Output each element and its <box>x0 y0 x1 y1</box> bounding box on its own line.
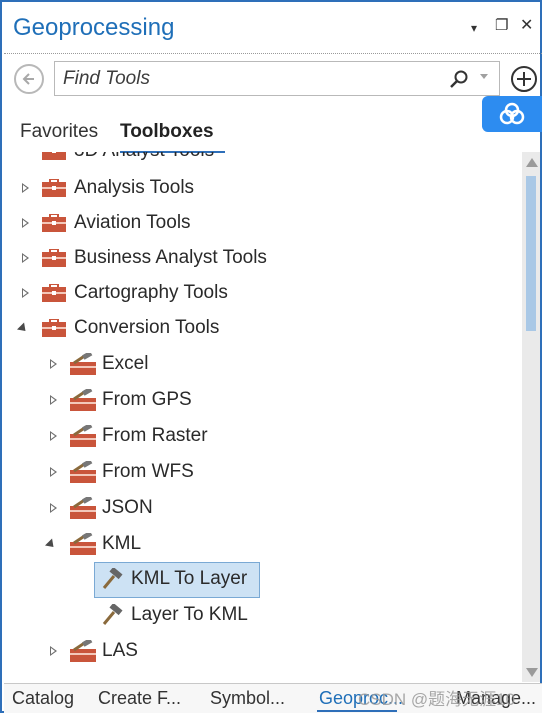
close-icon[interactable]: ✕ <box>520 18 533 34</box>
toolset-icon <box>70 425 96 447</box>
tree-row-aviation-tools[interactable]: Aviation Tools <box>4 206 522 240</box>
tree-row-kml[interactable]: KML <box>4 527 522 561</box>
pane-title: Geoprocessing <box>13 14 175 41</box>
dock-tab-create-features[interactable]: Create F... <box>98 688 181 709</box>
tree-row-label: KML <box>102 533 142 554</box>
tree-row-cartography-tools[interactable]: Cartography Tools <box>4 276 522 310</box>
expand-chevron-icon[interactable] <box>50 431 57 441</box>
tree-row-label: Aviation Tools <box>74 212 191 233</box>
pane-options-dropdown-icon[interactable]: ▾ <box>471 20 477 36</box>
toolbox-tree: 3D Analyst Tools Analysis Tools Aviation… <box>4 152 522 680</box>
cloud-icon <box>499 102 525 125</box>
expand-chevron-icon[interactable] <box>22 253 29 263</box>
collapse-chevron-icon[interactable] <box>16 322 30 335</box>
dock-tab-symbology[interactable]: Symbol... <box>210 688 285 709</box>
restore-icon[interactable]: ❐ <box>495 18 508 34</box>
tree-row-analysis-tools[interactable]: Analysis Tools <box>4 171 522 205</box>
toolset-icon <box>70 389 96 411</box>
expand-chevron-icon[interactable] <box>22 183 29 193</box>
tree-row-json[interactable]: JSON <box>4 491 522 525</box>
watermark-text: CSDN @题海无涯10 <box>358 690 516 709</box>
tree-row-label: Excel <box>102 353 149 374</box>
tree-row-conversion-tools[interactable]: Conversion Tools <box>4 311 522 345</box>
expand-chevron-icon[interactable] <box>22 288 29 298</box>
back-button[interactable] <box>14 64 44 94</box>
expand-chevron-icon[interactable] <box>50 467 57 477</box>
toolbox-icon <box>42 152 66 160</box>
search-options-chevron-icon[interactable] <box>480 74 488 79</box>
tree-row-las[interactable]: LAS <box>4 634 522 668</box>
tab-toolboxes[interactable]: Toolboxes <box>120 121 214 143</box>
tree-row-excel[interactable]: Excel <box>4 347 522 381</box>
toolbox-icon <box>42 249 66 267</box>
expand-chevron-icon[interactable] <box>50 395 57 405</box>
tree-row-label: KML To Layer <box>131 568 248 589</box>
title-bar: Geoprocessing ▾ ❐ ✕ <box>4 4 542 54</box>
toolbox-icon <box>42 319 66 337</box>
active-dock-tab-indicator <box>317 710 397 712</box>
tree-row-from-gps[interactable]: From GPS <box>4 383 522 417</box>
toolset-icon <box>70 640 96 662</box>
tree-row-from-wfs[interactable]: From WFS <box>4 455 522 489</box>
tree-row-layer-to-kml[interactable]: Layer To KML <box>4 598 522 632</box>
expand-chevron-icon[interactable] <box>50 503 57 513</box>
toolbox-icon <box>42 179 66 197</box>
tree-row-label: LAS <box>102 640 138 661</box>
scroll-down-arrow-icon[interactable] <box>526 668 538 677</box>
hammer-tool-icon <box>102 604 123 625</box>
collapse-chevron-icon[interactable] <box>44 538 58 551</box>
scroll-up-arrow-icon[interactable] <box>526 158 538 167</box>
cloud-sync-badge[interactable] <box>482 96 542 132</box>
toolset-icon <box>70 461 96 483</box>
toolset-icon <box>70 353 96 375</box>
tree-row-label: From GPS <box>102 389 192 410</box>
find-tools-input[interactable] <box>63 65 433 93</box>
tree-row-business-analyst-tools[interactable]: Business Analyst Tools <box>4 241 522 275</box>
tree-row-label: Analysis Tools <box>74 177 195 198</box>
tree-row-label: Business Analyst Tools <box>74 247 267 268</box>
tree-row-label: Layer To KML <box>131 604 248 625</box>
tree-row-label: Conversion Tools <box>74 317 220 338</box>
tree-row-label: From Raster <box>102 425 208 446</box>
toolbox-icon <box>42 214 66 232</box>
search-icon[interactable] <box>449 69 469 89</box>
expand-chevron-icon[interactable] <box>22 218 29 228</box>
scroll-thumb[interactable] <box>526 176 536 331</box>
expand-chevron-icon[interactable] <box>50 646 57 656</box>
tree-row-kml-to-layer[interactable]: KML To Layer <box>4 562 522 598</box>
add-favorite-plus-icon[interactable] <box>510 65 538 93</box>
expand-chevron-icon[interactable] <box>50 359 57 369</box>
tree-row-partial[interactable]: 3D Analyst Tools <box>4 152 522 168</box>
toolset-icon <box>70 497 96 519</box>
tree-row-from-raster[interactable]: From Raster <box>4 419 522 453</box>
toolbox-icon <box>42 284 66 302</box>
tree-row-label: 3D Analyst Tools <box>74 152 214 162</box>
tree-row-label: JSON <box>102 497 153 518</box>
toolset-icon <box>70 533 96 555</box>
tree-row-label: Cartography Tools <box>74 282 228 303</box>
find-tools-box <box>54 61 500 96</box>
vertical-scrollbar[interactable] <box>522 152 540 682</box>
dock-tab-catalog[interactable]: Catalog <box>12 688 74 709</box>
hammer-tool-icon <box>102 568 123 589</box>
arrow-left-icon <box>22 73 34 85</box>
tab-favorites[interactable]: Favorites <box>20 121 98 143</box>
geoprocessing-pane: Geoprocessing ▾ ❐ ✕ Favorites Toolboxes … <box>0 0 542 713</box>
tree-row-label: From WFS <box>102 461 194 482</box>
